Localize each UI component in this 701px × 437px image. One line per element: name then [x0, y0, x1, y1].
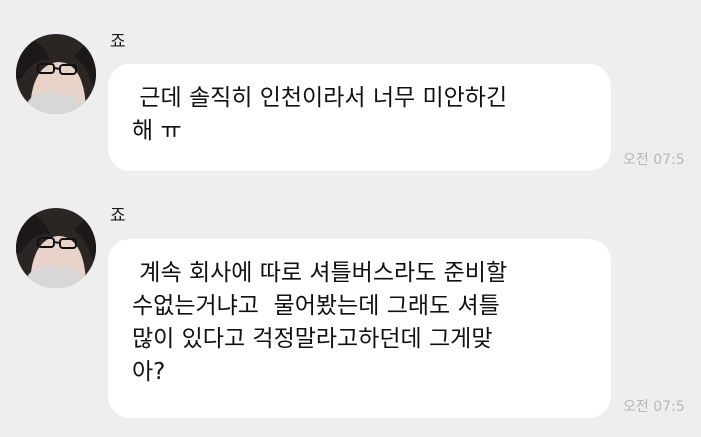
message-timestamp: 오전 07:5 — [623, 152, 685, 168]
sender-name: 죠 — [110, 32, 126, 52]
avatar[interactable] — [16, 34, 96, 114]
message-text-line: 계속 회사에 따로 셔틀버스라도 준비할 — [132, 260, 508, 286]
message-text-line: 많이 있다고 걱정말라고하던데 그게맞 — [132, 326, 493, 352]
message-timestamp: 오전 07:5 — [623, 399, 685, 415]
sender-name: 죠 — [110, 206, 126, 226]
profile-photo-icon — [16, 208, 96, 288]
message-text-line: 근데 솔직히 인천이라서 너무 미안하긴 — [132, 85, 508, 111]
avatar[interactable] — [16, 208, 96, 288]
message-bubble[interactable]: 근데 솔직히 인천이라서 너무 미안하긴 해 ㅠ — [108, 64, 611, 171]
message-bubble[interactable]: 계속 회사에 따로 셔틀버스라도 준비할 수없는거냐고 물어봤는데 그래도 셔틀… — [108, 239, 611, 418]
message-text-line: 해 ㅠ — [132, 118, 182, 144]
profile-photo-icon — [16, 34, 96, 114]
message-text-line: 수없는거냐고 물어봤는데 그래도 셔틀 — [132, 293, 500, 319]
message-text-line: 아? — [132, 359, 166, 385]
